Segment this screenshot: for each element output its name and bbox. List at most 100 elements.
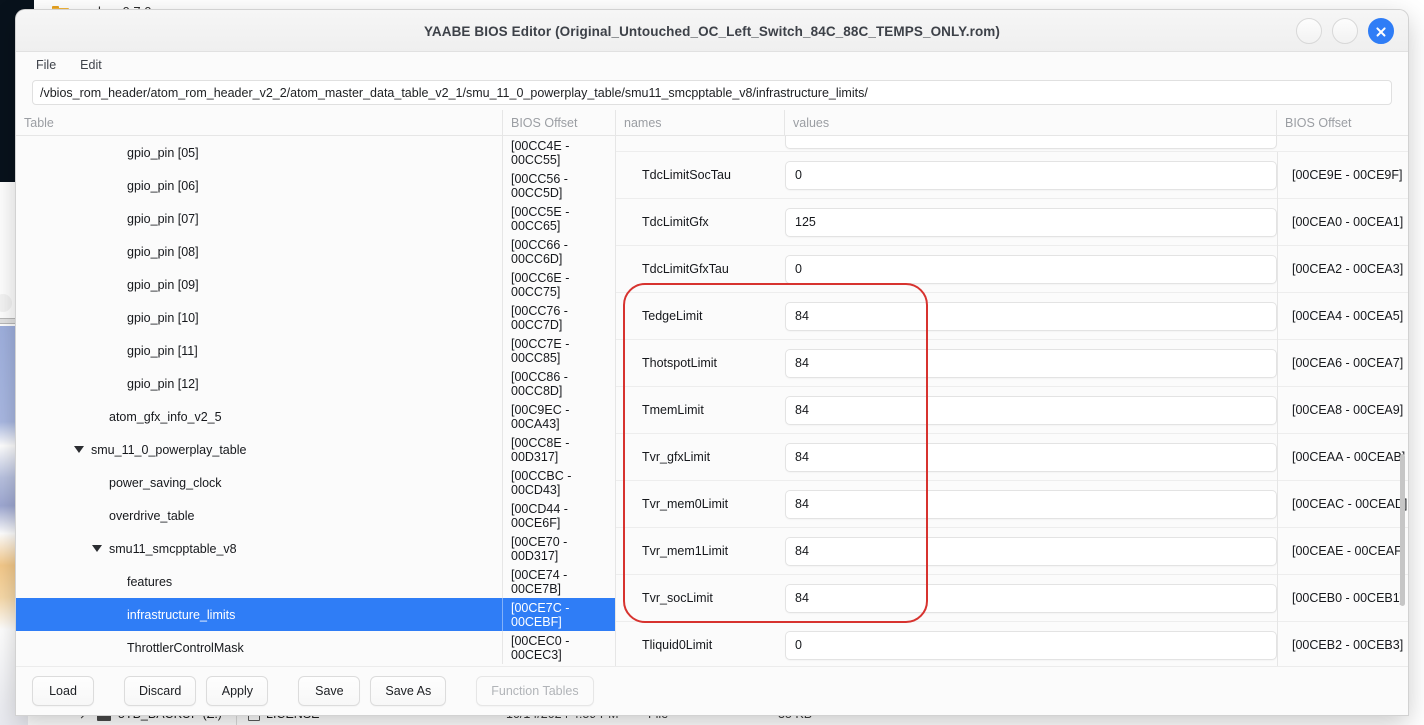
values-field-tvr_soclimit[interactable]: 84 (785, 583, 1277, 613)
values-field-tvr_mem0limit[interactable]: 84 (785, 489, 1277, 519)
values-row-name: TedgeLimit (642, 309, 703, 323)
tree-row-throttlercontrolmask[interactable]: ThrottlerControlMask [00CEC0 - 00CEC3] (16, 631, 615, 664)
tree-row-offset: [00CE7C - 00CEBF] (502, 598, 615, 631)
values-row: TdcLimitGfxTau 0 [00CEA2 - 00CEA3] (616, 245, 1408, 293)
minimize-button[interactable] (1296, 18, 1322, 44)
column-header-table[interactable]: Table (16, 110, 503, 136)
menu-item-edit[interactable]: Edit (76, 57, 106, 73)
tree-row-gpio-pin-12[interactable]: gpio_pin [12] [00CC86 - 00CC8D] (16, 367, 615, 400)
tree-row-label: smu_11_0_powerplay_table (91, 442, 247, 457)
values-field-partial[interactable] (785, 136, 1277, 149)
tree-row-label-wrap: infrastructure_limits (16, 598, 502, 631)
tree-row-label: gpio_pin [06] (127, 178, 199, 193)
values-row-offset: [00CEA8 - 00CEA9] (1277, 386, 1408, 434)
tree-row-gpio-pin-09[interactable]: gpio_pin [09] [00CC6E - 00CC75] (16, 268, 615, 301)
tree-row-overdrive-table[interactable]: overdrive_table [00CD44 - 00CE6F] (16, 499, 615, 532)
tree-row-label: power_saving_clock (109, 475, 222, 490)
values-row-name: TmemLimit (642, 403, 704, 417)
column-header-values[interactable]: values (785, 110, 1277, 136)
window-title: YAABE BIOS Editor (Original_Untouched_OC… (424, 23, 1000, 39)
column-header-bios-offset-left[interactable]: BIOS Offset (503, 110, 616, 136)
save-as-button[interactable]: Save As (370, 676, 447, 706)
values-row-name: Tvr_socLimit (642, 591, 713, 605)
action-button-bar: Load Discard Apply Save Save As Function Tabl… (16, 666, 1408, 715)
main-split-view: gpio_pin [05] [00CC4E - 00CC55] gpio_pin [… (16, 136, 1408, 666)
tree-row-label-wrap: gpio_pin [10] (16, 301, 502, 334)
values-row-offset: [00CEA6 - 00CEA7] (1277, 339, 1408, 387)
table-tree-pane[interactable]: gpio_pin [05] [00CC4E - 00CC55] gpio_pin [… (16, 136, 616, 666)
values-row-partial-top (616, 136, 1408, 152)
maximize-button[interactable] (1332, 18, 1358, 44)
values-field-thotspotlimit[interactable]: 84 (785, 348, 1277, 378)
tree-row-label-wrap: overdrive_table (16, 499, 502, 532)
tree-row-offset: [00CEC0 - 00CEC3] (502, 631, 615, 664)
tree-row-smu11-smcpptable-v8[interactable]: smu11_smcpptable_v8 [00CE70 - 00D317] (16, 532, 615, 565)
values-field-tdclimitsoctau[interactable]: 0 (785, 160, 1277, 190)
tree-row-smu-11-0-powerplay-table[interactable]: smu_11_0_powerplay_table [00CC8E - 00D317… (16, 433, 615, 466)
tree-row-label: gpio_pin [10] (127, 310, 199, 325)
tree-row-label-wrap: gpio_pin [07] (16, 202, 502, 235)
values-field-tmemlimit[interactable]: 84 (785, 395, 1277, 425)
values-field-tdclimitgfx[interactable]: 125 (785, 207, 1277, 237)
values-row-name: Tvr_gfxLimit (642, 450, 711, 464)
tree-row-offset: [00CE74 - 00CE7B] (502, 565, 615, 598)
values-field-tliquid0limit[interactable]: 0 (785, 630, 1277, 660)
column-header-names[interactable]: names (616, 110, 785, 136)
values-field-tdclimitgfxtau[interactable]: 0 (785, 254, 1277, 284)
tree-row-offset: [00CC5E - 00CC65] (502, 202, 615, 235)
apply-button[interactable]: Apply (206, 676, 269, 706)
pathbar-container: /vbios_rom_header/atom_rom_header_v2_2/a… (16, 77, 1408, 110)
column-header-bios-offset-right[interactable]: BIOS Offset (1277, 110, 1408, 136)
tree-row-label: gpio_pin [07] (127, 211, 199, 226)
tree-row-offset: [00CC66 - 00CC6D] (502, 235, 615, 268)
tree-row-gpio-pin-11[interactable]: gpio_pin [11] [00CC7E - 00CC85] (16, 334, 615, 367)
close-button[interactable] (1368, 18, 1394, 44)
menu-item-file[interactable]: File (32, 57, 60, 73)
tree-row-offset: [00CC8E - 00D317] (502, 433, 615, 466)
tree-row-label: gpio_pin [12] (127, 376, 199, 391)
chevron-down-icon[interactable] (74, 446, 84, 453)
tree-row-offset: [00CC86 - 00CC8D] (502, 367, 615, 400)
values-row: Tliquid0Limit 0 [00CEB2 - 00CEB3] (616, 621, 1408, 666)
values-field-tvr_mem1limit[interactable]: 84 (785, 536, 1277, 566)
tree-row-label-wrap: ThrottlerControlMask (16, 631, 502, 664)
tree-row-gpio-pin-10[interactable]: gpio_pin [10] [00CC76 - 00CC7D] (16, 301, 615, 334)
tree-row-infrastructure-limits[interactable]: infrastructure_limits [00CE7C - 00CEBF] (16, 598, 615, 631)
values-row-offset: [00CEA4 - 00CEA5] (1277, 292, 1408, 340)
values-row-name: TdcLimitSocTau (642, 168, 731, 182)
tree-row-features[interactable]: features [00CE74 - 00CE7B] (16, 565, 615, 598)
background-dot (0, 294, 12, 312)
tree-row-gpio-pin-06[interactable]: gpio_pin [06] [00CC56 - 00CC5D] (16, 169, 615, 202)
values-row-offset: [00CEAA - 00CEAB] (1277, 433, 1408, 481)
window-titlebar[interactable]: YAABE BIOS Editor (Original_Untouched_OC… (16, 10, 1408, 52)
tree-row-offset: [00CE70 - 00D317] (502, 532, 615, 565)
values-row: ThotspotLimit 84 [00CEA6 - 00CEA7] (616, 339, 1408, 387)
chevron-down-icon[interactable] (92, 545, 102, 552)
values-row-name: Tvr_mem0Limit (642, 497, 729, 511)
values-row-name: TdcLimitGfxTau (642, 262, 729, 276)
values-pane[interactable]: TdcLimitSocTau 0 [00CE9E - 00CE9F] TdcLimit… (616, 136, 1408, 666)
tree-row-atom-gfx-info-v2-5[interactable]: atom_gfx_info_v2_5 [00C9EC - 00CA43] (16, 400, 615, 433)
tree-row-gpio-pin-07[interactable]: gpio_pin [07] [00CC5E - 00CC65] (16, 202, 615, 235)
values-scrollbar[interactable] (1400, 454, 1405, 606)
tree-row-label-wrap: gpio_pin [06] (16, 169, 502, 202)
load-button[interactable]: Load (32, 676, 94, 706)
values-row-offset: [00CEB2 - 00CEB3] (1277, 621, 1408, 666)
save-button[interactable]: Save (298, 676, 361, 706)
tree-row-gpio-pin-05[interactable]: gpio_pin [05] [00CC4E - 00CC55] (16, 136, 615, 169)
path-input[interactable]: /vbios_rom_header/atom_rom_header_v2_2/a… (32, 80, 1392, 105)
tree-row-offset: [00C9EC - 00CA43] (502, 400, 615, 433)
values-row: TdcLimitGfx 125 [00CEA0 - 00CEA1] (616, 198, 1408, 246)
values-field-tedgelimit[interactable]: 84 (785, 301, 1277, 331)
tree-row-label-wrap: gpio_pin [09] (16, 268, 502, 301)
discard-button[interactable]: Discard (124, 676, 197, 706)
tree-row-power-saving-clock[interactable]: power_saving_clock [00CCBC - 00CD43] (16, 466, 615, 499)
values-row-name: ThotspotLimit (642, 356, 718, 370)
tree-row-gpio-pin-08[interactable]: gpio_pin [08] [00CC66 - 00CC6D] (16, 235, 615, 268)
tree-row-label-wrap: features (16, 565, 502, 598)
tree-row-offset: [00CC76 - 00CC7D] (502, 301, 615, 334)
values-field-tvr_gfxlimit[interactable]: 84 (785, 442, 1277, 472)
values-row-offset: [00CEB0 - 00CEB1] (1277, 574, 1408, 622)
values-row-offset: [00CEA2 - 00CEA3] (1277, 245, 1408, 293)
values-row-name: Tvr_mem1Limit (642, 544, 729, 558)
